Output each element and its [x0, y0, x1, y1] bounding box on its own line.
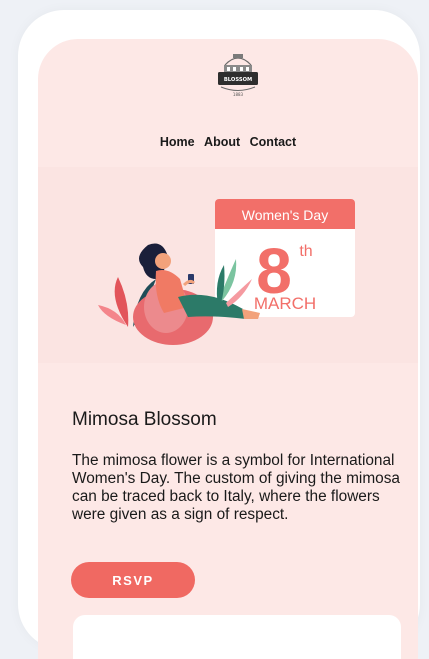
logo-brand-text: BLOSSOM: [224, 77, 252, 83]
hero-illustration: Women's Day 8 th MARCH: [38, 167, 418, 363]
nav-link-contact[interactable]: Contact: [250, 135, 297, 149]
rsvp-button[interactable]: RSVP: [71, 562, 195, 598]
top-nav: Home About Contact: [38, 135, 418, 149]
app-screen: BLOSSOM 1883 Home About Contact Women's …: [38, 39, 418, 659]
blossom-logo[interactable]: BLOSSOM 1883: [213, 47, 263, 99]
article-title: Mimosa Blossom: [72, 409, 217, 430]
calendar-month-text: MARCH: [254, 294, 316, 313]
content-card: [73, 615, 401, 659]
nav-link-about[interactable]: About: [204, 135, 240, 149]
nav-link-home[interactable]: Home: [160, 135, 195, 149]
phone-frame: BLOSSOM 1883 Home About Contact Women's …: [18, 10, 420, 659]
logo-year-text: 1883: [233, 92, 244, 97]
calendar-banner-text: Women's Day: [242, 207, 328, 223]
article-description: The mimosa flower is a symbol for Intern…: [72, 452, 400, 523]
calendar-day-suffix: th: [299, 243, 312, 260]
